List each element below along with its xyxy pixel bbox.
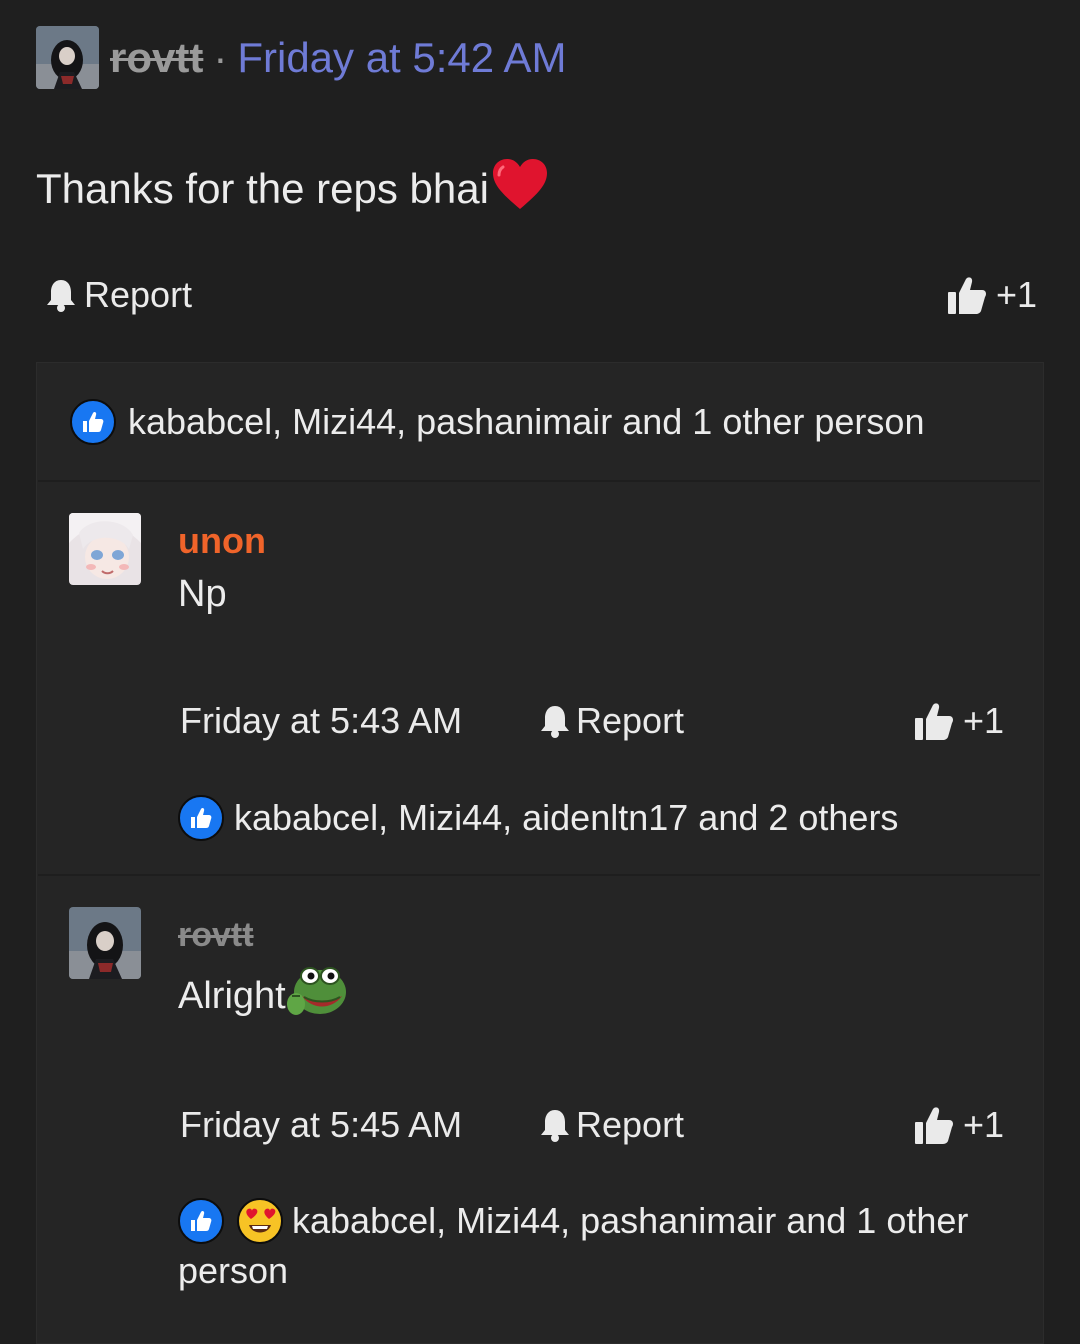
thumbs-up-icon	[946, 274, 988, 316]
reply-author[interactable]: rovtt	[178, 912, 254, 958]
report-label: Report	[84, 274, 193, 315]
reply-reactions-text: kababcel, Mizi44, aidenltn17 and 2 other…	[234, 797, 899, 838]
reply-plus-one-button[interactable]: +1	[913, 1102, 1004, 1148]
avatar-image	[69, 907, 141, 979]
report-label: Report	[576, 1104, 685, 1145]
pepe-frog-emoji-icon	[286, 962, 348, 1030]
reply-reactions-summary-continued[interactable]: person	[178, 1248, 288, 1294]
reply-text: Alright	[178, 974, 286, 1017]
post-author[interactable]: rovtt	[110, 34, 203, 82]
post-body: Thanks for the reps bhai	[36, 157, 549, 221]
reply-plus-one-button[interactable]: +1	[913, 698, 1004, 744]
like-reaction-icon	[178, 795, 224, 841]
meta-separator: ·	[213, 34, 228, 81]
reply-timestamp-text: Friday at 5:45 AM	[180, 1104, 463, 1145]
reply-timestamp-text: Friday at 5:43 AM	[180, 700, 463, 741]
reply-reactions-text: person	[178, 1250, 289, 1291]
like-reaction-icon	[70, 399, 116, 445]
author-avatar[interactable]	[36, 26, 99, 89]
divider	[38, 480, 1040, 482]
reply-reactions-summary[interactable]: kababcel, Mizi44, pashanimair and 1 othe…	[178, 1196, 968, 1246]
post-text: Thanks for the reps bhai	[36, 165, 489, 212]
plus-one-label: +1	[963, 1104, 1005, 1145]
reply-timestamp[interactable]: Friday at 5:43 AM	[180, 698, 462, 744]
like-reaction-icon	[178, 1198, 224, 1244]
thumbs-up-icon	[913, 700, 955, 742]
report-button[interactable]: Report	[44, 272, 192, 318]
plus-one-label: +1	[996, 274, 1038, 315]
post-timestamp[interactable]: Friday at 5:42 AM	[237, 34, 566, 82]
reply-avatar[interactable]	[69, 513, 141, 585]
plus-one-label: +1	[963, 700, 1005, 741]
reply-report-button[interactable]: Report	[538, 1102, 684, 1148]
bell-icon	[538, 703, 572, 739]
post-meta: rovtt · Friday at 5:42 AM	[110, 30, 567, 86]
reply-body: Alright	[178, 966, 348, 1026]
bell-icon	[44, 277, 78, 313]
reply-timestamp[interactable]: Friday at 5:45 AM	[180, 1102, 462, 1148]
post-reactions-summary[interactable]: kababcel, Mizi44, pashanimair and 1 othe…	[70, 398, 924, 446]
reply-avatar[interactable]	[69, 907, 141, 979]
heart-eyes-reaction-icon	[236, 1197, 284, 1245]
reply-report-button[interactable]: Report	[538, 698, 684, 744]
reply-text: Np	[178, 572, 227, 615]
thumbs-up-icon	[913, 1104, 955, 1146]
bell-icon	[538, 1107, 572, 1143]
report-label: Report	[576, 700, 685, 741]
plus-one-button[interactable]: +1	[946, 272, 1037, 318]
red-heart-emoji-icon	[491, 157, 549, 221]
reply-reactions-summary[interactable]: kababcel, Mizi44, aidenltn17 and 2 other…	[178, 794, 898, 842]
divider	[38, 874, 1040, 876]
reply-author[interactable]: unon	[178, 518, 266, 564]
reply-reactions-text: kababcel, Mizi44, pashanimair and 1 othe…	[292, 1200, 969, 1241]
post-reactions-text: kababcel, Mizi44, pashanimair and 1 othe…	[128, 401, 925, 442]
avatar-image	[69, 513, 141, 585]
avatar-image	[36, 26, 99, 89]
